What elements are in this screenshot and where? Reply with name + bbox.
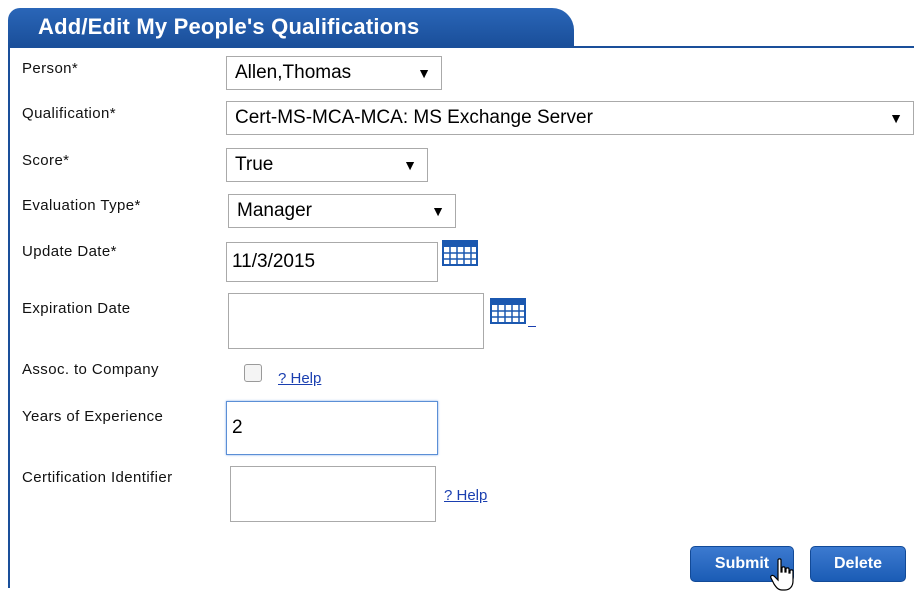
page-title: Add/Edit My People's Qualifications <box>8 8 574 46</box>
score-select[interactable]: True ▼ <box>226 148 428 182</box>
years-experience-value: 2 <box>232 417 243 438</box>
assoc-company-checkbox[interactable] <box>244 364 262 382</box>
expiration-date-input[interactable] <box>228 293 484 349</box>
hand-pointer-icon <box>770 558 794 591</box>
qualification-value: Cert-MS-MCA-MCA: MS Exchange Server <box>235 107 593 128</box>
years-experience-input[interactable]: 2 <box>226 401 438 455</box>
person-value: Allen,Thomas <box>235 62 352 83</box>
assoc-company-help-link[interactable]: ? Help <box>278 370 321 387</box>
score-value: True <box>235 154 274 175</box>
calendar-icon[interactable] <box>442 240 478 266</box>
evaluation-type-value: Manager <box>237 200 312 221</box>
expiration-date-label: Expiration Date <box>22 300 131 317</box>
qualification-select[interactable]: Cert-MS-MCA-MCA: MS Exchange Server ▼ <box>226 101 914 135</box>
chevron-down-icon: ▼ <box>431 203 445 219</box>
score-label: Score* <box>22 152 70 169</box>
chevron-down-icon: ▼ <box>417 65 431 81</box>
update-date-value: 11/3/2015 <box>232 251 316 272</box>
person-label: Person* <box>22 60 79 77</box>
assoc-company-label: Assoc. to Company <box>22 361 159 378</box>
calendar-link-underline <box>528 326 536 327</box>
evaluation-type-label: Evaluation Type* <box>22 197 141 214</box>
cert-identifier-help-link[interactable]: ? Help <box>444 487 487 504</box>
qualification-label: Qualification* <box>22 105 116 122</box>
person-select[interactable]: Allen,Thomas ▼ <box>226 56 442 90</box>
chevron-down-icon: ▼ <box>403 157 417 173</box>
delete-button[interactable]: Delete <box>810 546 906 582</box>
update-date-label: Update Date* <box>22 243 117 260</box>
years-experience-label: Years of Experience <box>22 408 164 425</box>
evaluation-type-select[interactable]: Manager ▼ <box>228 194 456 228</box>
cert-identifier-input[interactable] <box>230 466 436 522</box>
cert-identifier-label: Certification Identifier <box>22 469 173 486</box>
calendar-icon[interactable] <box>490 298 526 324</box>
qualification-form-panel: Person* Allen,Thomas ▼ Qualification* Ce… <box>8 46 914 591</box>
update-date-input[interactable]: 11/3/2015 <box>226 242 438 282</box>
chevron-down-icon: ▼ <box>889 110 903 126</box>
